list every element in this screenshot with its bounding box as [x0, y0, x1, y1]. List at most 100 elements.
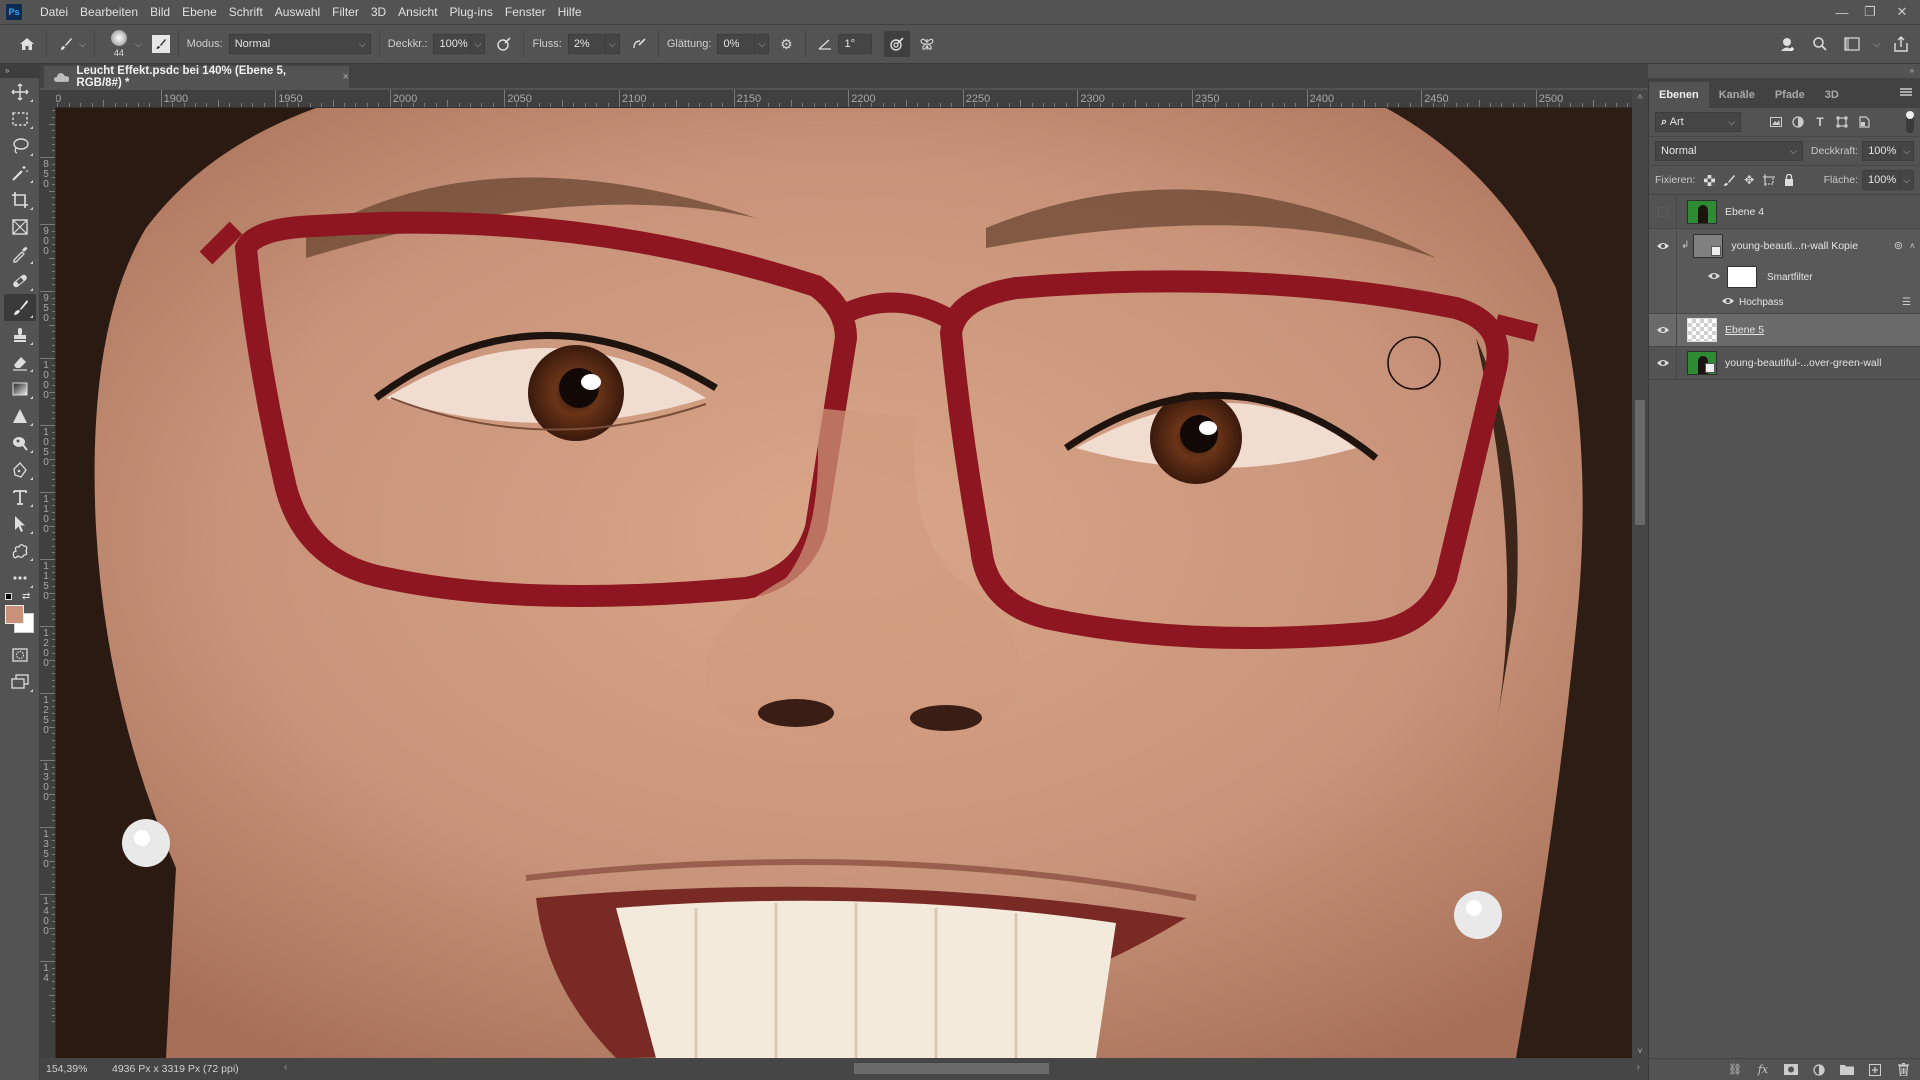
lasso-tool[interactable] [4, 132, 36, 159]
brush-tool[interactable] [4, 294, 36, 321]
share-export-icon[interactable] [1890, 33, 1912, 55]
horizontal-scrollbar[interactable]: ‹ › [284, 1058, 1648, 1080]
vertical-scrollbar[interactable]: ˄ ˅ [1632, 90, 1648, 1058]
visibility-toggle[interactable] [1649, 313, 1677, 347]
menu-filter[interactable]: Filter [326, 0, 365, 24]
workspace-icon[interactable] [1841, 33, 1863, 55]
home-icon[interactable] [16, 33, 38, 55]
smoothing-input[interactable]: 0% [717, 34, 756, 54]
tab-ebenen[interactable]: Ebenen [1649, 82, 1709, 108]
menu-auswahl[interactable]: Auswahl [269, 0, 326, 24]
collapse-chevron-icon[interactable]: ˄ [1910, 241, 1915, 251]
tab-kanaele[interactable]: Kanäle [1709, 82, 1765, 108]
flow-input[interactable]: 2% [567, 34, 606, 54]
filter-row-hochpass[interactable]: Hochpass ☰ [1649, 291, 1920, 314]
delete-layer-trash-icon[interactable] [1895, 1063, 1911, 1077]
minimize-button[interactable]: — [1828, 0, 1856, 24]
smoothing-caret-icon[interactable]: ⌵ [755, 34, 770, 54]
fill-caret-icon[interactable]: ⌵ [1900, 170, 1914, 190]
frame-tool[interactable] [4, 213, 36, 240]
vertical-scroll-thumb[interactable] [1635, 400, 1645, 525]
pen-tool[interactable] [4, 456, 36, 483]
symmetry-butterfly-icon[interactable] [916, 33, 938, 55]
layer-item-selected[interactable]: Ebene 5 [1649, 313, 1920, 347]
smart-filter-effects-icon[interactable]: ⊚ [1894, 239, 1903, 252]
horizontal-scroll-thumb[interactable] [854, 1063, 1049, 1074]
flow-caret-icon[interactable]: ⌵ [605, 34, 620, 54]
smart-filter-row[interactable]: Smartfilter [1649, 262, 1920, 292]
panel-menu-icon[interactable] [1900, 88, 1912, 96]
document-tab[interactable]: Leucht Effekt.psdc bei 140% (Ebene 5, RG… [44, 65, 349, 89]
layer-fill-input[interactable]: 100% [1862, 170, 1900, 190]
opacity-caret-icon[interactable]: ⌵ [471, 34, 486, 54]
gradient-tool[interactable] [4, 375, 36, 402]
vertical-ruler[interactable]: 0850900950100010501100115012001250130013… [40, 108, 56, 1058]
lock-all-icon[interactable] [1779, 171, 1799, 189]
filter-kind-select[interactable]: ⌕ Art ⌵ [1655, 112, 1741, 132]
menu-datei[interactable]: Datei [34, 0, 74, 24]
tab-3d[interactable]: 3D [1815, 82, 1849, 108]
blur-tool[interactable] [4, 402, 36, 429]
toolbar-collapse-icon[interactable]: » [0, 64, 39, 78]
close-window-button[interactable]: ✕ [1884, 0, 1920, 24]
link-layers-icon[interactable]: ⛓ [1727, 1063, 1743, 1077]
new-layer-icon[interactable] [1867, 1063, 1883, 1077]
lock-position-icon[interactable]: ✥ [1739, 171, 1759, 189]
dodge-tool[interactable] [4, 429, 36, 456]
screen-mode-button[interactable] [4, 668, 36, 695]
brush-caret-icon[interactable]: ⌵ [135, 39, 142, 50]
move-tool[interactable] [4, 78, 36, 105]
quick-mask-button[interactable] [4, 641, 36, 668]
layer-item[interactable]: ↲ young-beauti...n-wall Kopie ⊚ ˄ [1649, 229, 1920, 262]
ruler-origin[interactable] [40, 90, 56, 108]
brush-tool-preset-icon[interactable] [55, 33, 77, 55]
custom-shape-tool[interactable] [4, 537, 36, 564]
filter-pixel-icon[interactable] [1765, 112, 1787, 132]
workspace-caret-icon[interactable]: ⌵ [1873, 39, 1880, 50]
filter-adjustment-icon[interactable] [1787, 112, 1809, 132]
filter-blending-options-icon[interactable]: ☰ [1902, 297, 1911, 308]
layer-item[interactable]: young-beautiful-...over-green-wall [1649, 346, 1920, 380]
smart-filter-mask-thumbnail[interactable] [1727, 266, 1757, 288]
brush-preview[interactable]: 44 [107, 27, 131, 61]
layer-style-fx-icon[interactable]: fx [1755, 1063, 1771, 1077]
scroll-down-icon[interactable]: ˅ [1632, 1044, 1648, 1058]
magic-wand-tool[interactable] [4, 159, 36, 186]
visibility-toggle[interactable] [1649, 346, 1677, 380]
marquee-tool[interactable] [4, 105, 36, 132]
eraser-tool[interactable] [4, 348, 36, 375]
horizontal-ruler[interactable]: 5019001950200020502100215022002250230023… [56, 90, 1632, 108]
close-document-button[interactable]: × [343, 71, 349, 83]
document-canvas[interactable] [56, 108, 1632, 1058]
restore-button[interactable]: ❐ [1856, 0, 1884, 24]
visibility-toggle[interactable] [1721, 296, 1735, 309]
path-selection-tool[interactable] [4, 510, 36, 537]
layer-opacity-input[interactable]: 100% [1862, 141, 1901, 161]
lock-transparency-icon[interactable] [1699, 171, 1719, 189]
adjustment-layer-icon[interactable] [1811, 1063, 1827, 1077]
filter-type-icon[interactable]: T [1809, 112, 1831, 132]
layer-item[interactable]: Ebene 4 [1649, 195, 1920, 229]
opacity-input[interactable]: 100% [433, 34, 472, 54]
swap-colors-icon[interactable]: ⇄ [22, 591, 30, 602]
menu-fenster[interactable]: Fenster [499, 0, 552, 24]
menu-plug-ins[interactable]: Plug-ins [444, 0, 499, 24]
angle-input[interactable]: 1° [838, 34, 873, 54]
zoom-level[interactable]: 154,39% [40, 1063, 88, 1075]
type-tool[interactable] [4, 483, 36, 510]
menu-ansicht[interactable]: Ansicht [392, 0, 443, 24]
visibility-toggle[interactable] [1649, 229, 1677, 262]
pressure-opacity-icon[interactable] [493, 33, 515, 55]
gear-icon[interactable]: ⚙ [775, 33, 797, 55]
filter-toggle[interactable] [1906, 111, 1914, 133]
blend-mode-select[interactable]: Normal ⌵ [1655, 141, 1803, 161]
scroll-left-icon[interactable]: ‹ [284, 1062, 287, 1073]
foreground-color-swatch[interactable] [5, 605, 24, 624]
clone-stamp-tool[interactable] [4, 321, 36, 348]
menu-3d[interactable]: 3D [365, 0, 392, 24]
pressure-size-icon[interactable] [884, 31, 911, 57]
menu-ebene[interactable]: Ebene [176, 0, 223, 24]
menu-hilfe[interactable]: Hilfe [552, 0, 588, 24]
menu-schrift[interactable]: Schrift [223, 0, 269, 24]
filter-smart-object-icon[interactable] [1853, 112, 1875, 132]
